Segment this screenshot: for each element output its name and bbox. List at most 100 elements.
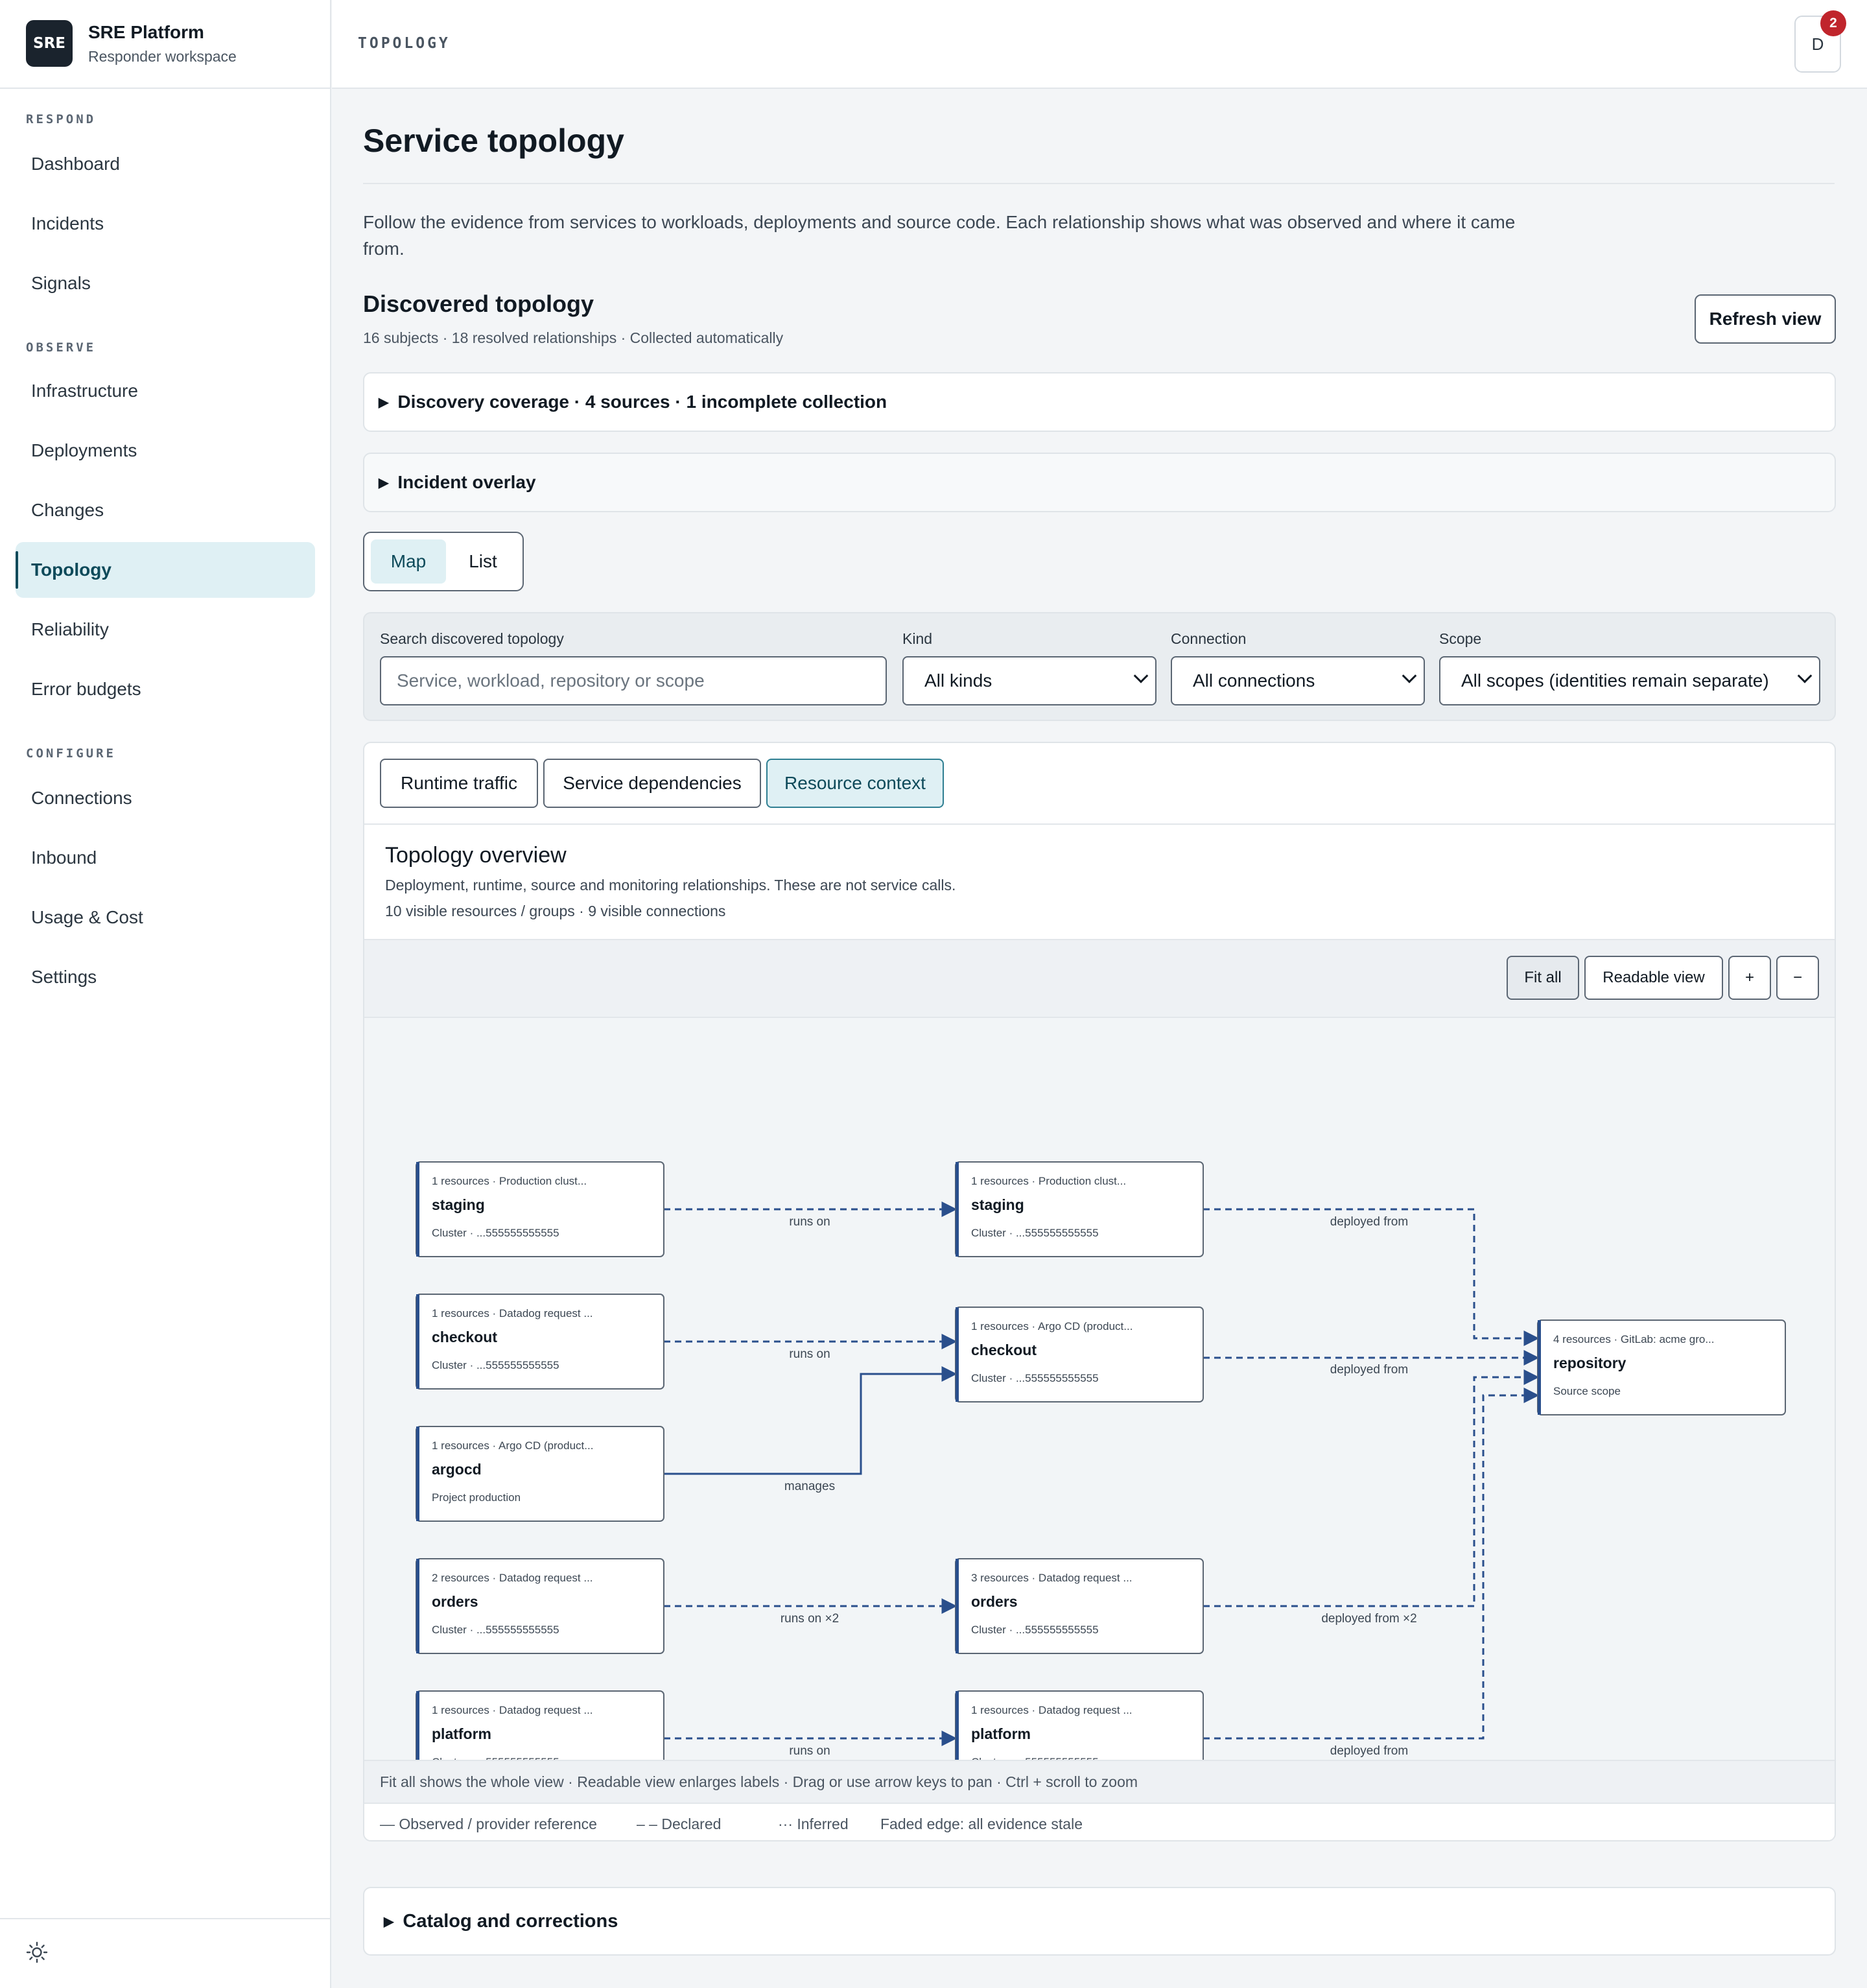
chevron-down-icon [1133,669,1149,683]
graph-node-checkout[interactable]: 1 resources · Datadog request ... checkou… [416,1294,664,1390]
edge-2[interactable] [664,1366,957,1475]
nav-section-configure: CONFIGURE [26,746,116,761]
readable-view-button[interactable]: Readable view [1584,956,1723,1000]
connection-label: Connection [1171,630,1247,647]
sidebar-item-inbound[interactable]: Inbound [16,830,315,886]
sidebar-item-error-budgets[interactable]: Error budgets [16,661,315,717]
page-title: Service topology [363,123,624,159]
scope-select-value: All scopes (identities remain separate) [1461,670,1769,691]
nav-section-observe: OBSERVE [26,340,97,355]
view-mode-toggle: Map List [363,532,524,591]
edge-7[interactable] [1203,1369,1540,1607]
overview-description: Deployment, runtime, source and monitori… [385,877,956,893]
refresh-view-button[interactable]: Refresh view [1695,294,1836,344]
node-meta: 1 resources · Datadog request ... [432,1307,593,1319]
sidebar-item-incidents[interactable]: Incidents [16,196,315,252]
discovery-coverage-disclosure[interactable]: ▶ Discovery coverage · 4 sources · 1 inc… [363,372,1836,432]
tab-runtime-traffic[interactable]: Runtime traffic [380,759,538,808]
incident-overlay-disclosure[interactable]: ▶ Incident overlay [363,453,1836,512]
edge-label: runs on [789,1215,830,1229]
node-meta: 1 resources · Argo CD (product... [971,1320,1133,1332]
brand-name: SRE Platform [88,22,204,42]
fit-all-button[interactable]: Fit all [1507,956,1579,1000]
discovery-coverage-label: Discovery coverage · 4 sources · 1 incom… [397,392,887,412]
node-meta: 4 resources · GitLab: acme gro... [1553,1333,1715,1345]
section-meta: 16 subjects · 18 resolved relationships … [363,329,784,346]
graph-node-checkout[interactable]: 1 resources · Argo CD (product... checkou… [955,1307,1204,1402]
graph-node-staging[interactable]: 1 resources · Production clust... staging… [955,1161,1204,1257]
map-mode-button[interactable]: Map [371,539,446,584]
node-accent [956,1691,959,1786]
legend-observed: — Observed / provider reference [380,1816,597,1832]
overview-title: Topology overview [385,843,567,868]
sun-icon[interactable] [26,1941,48,1963]
graph-node-platform[interactable]: 1 resources · Datadog request ... platfor… [955,1690,1204,1786]
node-meta: 1 resources · Argo CD (product... [432,1439,593,1452]
node-subtitle: Cluster · ...555555555555 [432,1359,559,1371]
connection-select[interactable]: All connections [1171,656,1425,705]
node-name: platform [971,1725,1031,1742]
node-accent [956,1559,959,1653]
title-divider [363,183,1835,184]
tab-resource-context[interactable]: Resource context [766,759,944,808]
edge-label: deployed from ×2 [1321,1612,1416,1626]
filter-bar: Search discovered topology Service, work… [363,612,1836,721]
node-meta: 2 resources · Datadog request ... [432,1572,593,1584]
list-mode-button[interactable]: List [451,539,515,584]
graph-node-repository[interactable]: 4 resources · GitLab: acme gro... reposit… [1537,1319,1786,1415]
graph-legend: — Observed / provider reference – – Decl… [364,1803,1835,1840]
sidebar-item-topology[interactable]: Topology [16,542,315,598]
node-meta: 1 resources · Datadog request ... [432,1704,593,1716]
sidebar-item-deployments[interactable]: Deployments [16,423,315,479]
sidebar-item-dashboard[interactable]: Dashboard [16,136,315,192]
node-accent [956,1307,959,1402]
node-name: staging [971,1196,1024,1213]
disclosure-triangle-icon: ▶ [379,475,389,490]
edge-label: deployed from [1330,1215,1408,1229]
node-subtitle: Source scope [1553,1385,1621,1397]
brand-subtitle: Responder workspace [88,48,237,65]
graph-canvas[interactable]: runs on runs on manages runs on ×2 runs on de… [364,1018,1836,1786]
sidebar-item-settings[interactable]: Settings [16,949,315,1005]
edge-label: runs on ×2 [781,1612,839,1626]
node-subtitle: Cluster · ...555555555555 [432,1624,559,1636]
overview-counts: 10 visible resources / groups · 9 visibl… [385,903,726,919]
catalog-disclosure[interactable]: ▶ Catalog and corrections [363,1887,1836,1956]
topology-panel: Runtime traffic Service dependencies Res… [363,742,1836,1841]
sidebar-item-usage-cost[interactable]: Usage & Cost [16,890,315,945]
search-input[interactable]: Service, workload, repository or scope [380,656,887,705]
sidebar-item-signals[interactable]: Signals [16,255,315,311]
graph-node-argocd[interactable]: 1 resources · Argo CD (product... argocd P… [416,1426,664,1522]
graph-node-orders[interactable]: 2 resources · Datadog request ... orders C… [416,1558,664,1654]
zoom-in-button[interactable]: + [1728,956,1771,1000]
incident-overlay-label: Incident overlay [397,472,536,492]
edge-label: runs on [789,1347,830,1361]
sidebar-item-infrastructure[interactable]: Infrastructure [16,363,315,419]
scope-select[interactable]: All scopes (identities remain separate) [1439,656,1820,705]
sidebar-item-reliability[interactable]: Reliability [16,602,315,657]
kind-select[interactable]: All kinds [902,656,1157,705]
zoom-out-button[interactable]: − [1776,956,1819,1000]
search-label: Search discovered topology [380,630,564,647]
catalog-label: Catalog and corrections [403,1910,618,1932]
graph-hint: Fit all shows the whole view · Readable … [364,1760,1835,1803]
graph-node-orders[interactable]: 3 resources · Datadog request ... orders C… [955,1558,1204,1654]
legend-inferred: ··· Inferred [778,1816,849,1832]
disclosure-triangle-icon: ▶ [384,1914,394,1929]
kind-select-value: All kinds [924,670,992,691]
topology-overview: Topology overview Deployment, runtime, s… [364,823,1835,940]
node-name: repository [1553,1355,1626,1371]
sidebar-item-changes[interactable]: Changes [16,482,315,538]
disclosure-triangle-icon: ▶ [379,395,389,410]
edge-label: deployed from [1330,1744,1408,1758]
tab-service-dependencies[interactable]: Service dependencies [543,759,761,808]
graph-node-staging[interactable]: 1 resources · Production clust... staging… [416,1161,664,1257]
topology-graph[interactable]: runs on runs on manages runs on ×2 runs on de… [364,1018,1836,1786]
legend-declared: – – Declared [637,1816,722,1832]
node-subtitle: Cluster · ...555555555555 [971,1372,1099,1384]
edge-8[interactable] [1203,1388,1540,1740]
graph-node-platform[interactable]: 1 resources · Datadog request ... platfor… [416,1690,664,1786]
sidebar-item-connections[interactable]: Connections [16,770,315,826]
node-accent [416,1559,419,1653]
node-name: checkout [432,1329,497,1345]
